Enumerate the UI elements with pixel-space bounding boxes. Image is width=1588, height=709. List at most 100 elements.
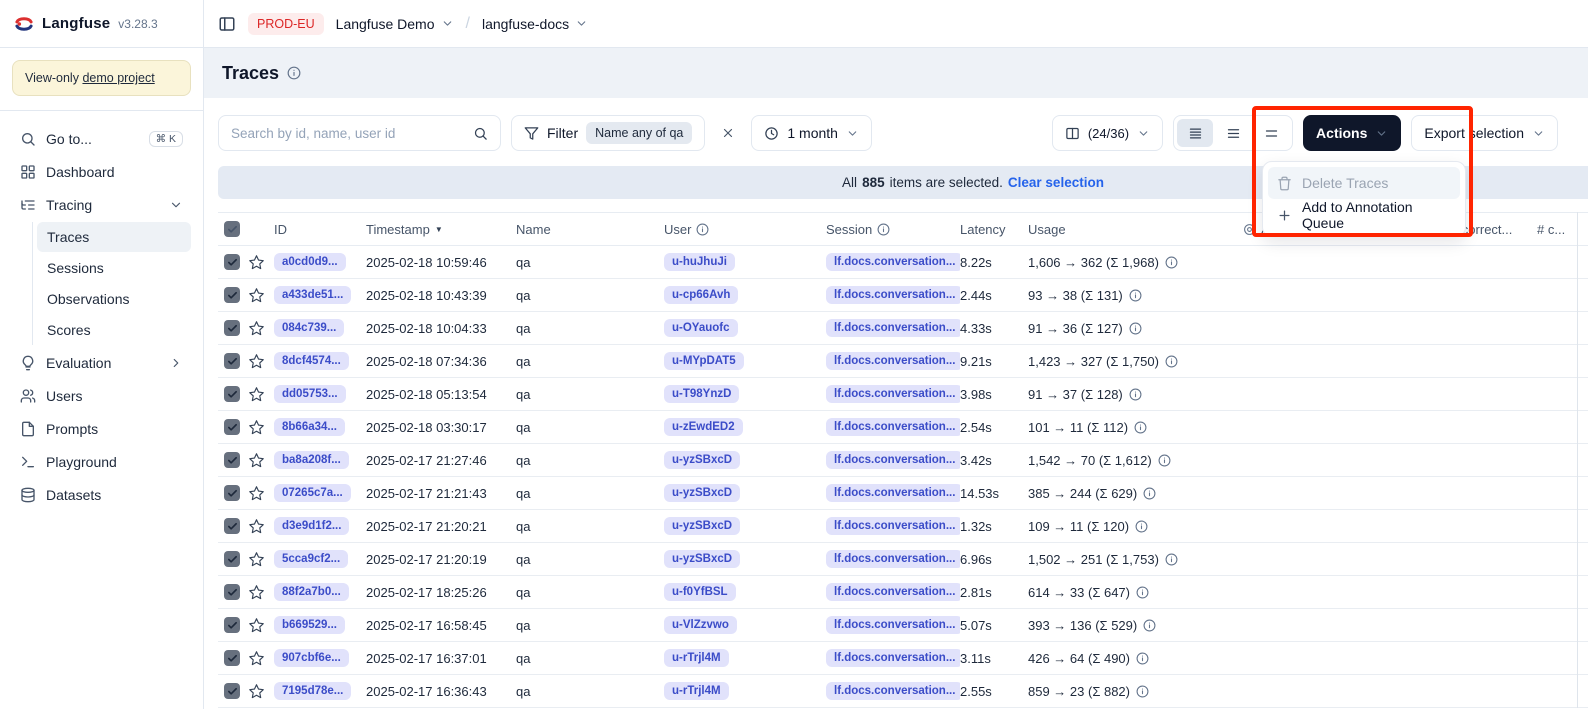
trace-id-badge[interactable]: 8dcf4574... [274, 352, 349, 370]
sidebar-item-observations[interactable]: Observations [37, 284, 191, 314]
user-badge[interactable]: u-yzSBxcD [664, 517, 740, 535]
trace-id-badge[interactable]: 907cbf6e... [274, 649, 349, 667]
row-checkbox[interactable] [224, 650, 240, 666]
sidebar-item-go-to[interactable]: Go to...⌘ K [12, 123, 191, 155]
star-icon[interactable] [248, 584, 265, 601]
table-row[interactable]: ba8a208f...2025-02-17 21:27:46qau-yzSBxc… [218, 444, 1588, 477]
row-height-compact-button[interactable] [1177, 119, 1213, 147]
actions-button[interactable]: Actions [1303, 115, 1401, 151]
user-badge[interactable]: u-huJhuJi [664, 253, 735, 271]
row-checkbox[interactable] [224, 518, 240, 534]
sidebar-item-datasets[interactable]: Datasets [12, 479, 191, 511]
sidebar-item-evaluation[interactable]: Evaluation [12, 347, 191, 379]
trace-id-badge[interactable]: 7195d78e... [274, 682, 351, 700]
table-row[interactable]: 88f2a7b0...2025-02-17 18:25:26qau-f0YfBS… [218, 576, 1588, 609]
star-icon[interactable] [248, 485, 265, 502]
row-checkbox[interactable] [224, 386, 240, 402]
trace-id-badge[interactable]: 084c739... [274, 319, 344, 337]
sidebar-item-tracing[interactable]: Tracing [12, 189, 191, 221]
user-badge[interactable]: u-rTrjl4M [664, 649, 729, 667]
user-badge[interactable]: u-yzSBxcD [664, 484, 740, 502]
trace-id-badge[interactable]: 07265c7a... [274, 484, 351, 502]
user-badge[interactable]: u-MYpDAT5 [664, 352, 744, 370]
table-row[interactable]: 07265c7a...2025-02-17 21:21:43qau-yzSBxc… [218, 477, 1588, 510]
sidebar-item-traces[interactable]: Traces [37, 222, 191, 252]
trace-id-badge[interactable]: 88f2a7b0... [274, 583, 349, 601]
star-icon[interactable] [248, 518, 265, 535]
session-badge[interactable]: lf.docs.conversation... [826, 253, 960, 271]
column-header-id[interactable]: ID [274, 222, 366, 237]
trace-id-badge[interactable]: a433de51... [274, 286, 351, 304]
session-badge[interactable]: lf.docs.conversation... [826, 319, 960, 337]
star-icon[interactable] [248, 254, 265, 271]
search-input[interactable] [219, 126, 465, 141]
session-badge[interactable]: lf.docs.conversation... [826, 484, 960, 502]
row-height-tall-button[interactable] [1253, 119, 1289, 147]
star-icon[interactable] [248, 551, 265, 568]
user-badge[interactable]: u-T98YnzD [664, 385, 739, 403]
user-badge[interactable]: u-cp66Avh [664, 286, 738, 304]
session-badge[interactable]: lf.docs.conversation... [826, 418, 960, 436]
session-badge[interactable]: lf.docs.conversation... [826, 682, 960, 700]
table-scrollbar[interactable] [1577, 212, 1578, 708]
time-range-button[interactable]: 1 month [751, 115, 872, 151]
column-header-latency[interactable]: Latency [960, 222, 1028, 237]
sidebar-item-users[interactable]: Users [12, 380, 191, 412]
sidebar-item-scores[interactable]: Scores [37, 315, 191, 345]
row-checkbox[interactable] [224, 353, 240, 369]
clear-filter-button[interactable] [715, 120, 741, 146]
export-selection-button[interactable]: Export selection [1411, 115, 1558, 151]
star-icon[interactable] [248, 386, 265, 403]
menu-item-add-to-annotation-queue[interactable]: Add to Annotation Queue [1268, 199, 1460, 231]
sidebar-item-playground[interactable]: Playground [12, 446, 191, 478]
session-badge[interactable]: lf.docs.conversation... [826, 352, 960, 370]
session-badge[interactable]: lf.docs.conversation... [826, 517, 960, 535]
table-row[interactable]: 084c739...2025-02-18 10:04:33qau-OYauofc… [218, 312, 1588, 345]
table-row[interactable]: dd05753...2025-02-18 05:13:54qau-T98YnzD… [218, 378, 1588, 411]
project-breadcrumb[interactable]: langfuse-docs [482, 16, 588, 32]
row-checkbox[interactable] [224, 320, 240, 336]
org-breadcrumb[interactable]: Langfuse Demo [336, 16, 454, 32]
column-visibility-button[interactable]: (24/36) [1052, 115, 1163, 151]
trace-id-badge[interactable]: ba8a208f... [274, 451, 349, 469]
star-icon[interactable] [248, 617, 265, 634]
table-row[interactable]: a0cd0d9...2025-02-18 10:59:46qau-huJhuJi… [218, 246, 1588, 279]
star-icon[interactable] [248, 320, 265, 337]
user-badge[interactable]: u-rTrjl4M [664, 682, 729, 700]
trace-id-badge[interactable]: a0cd0d9... [274, 253, 346, 271]
column-header-checkbox[interactable] [218, 221, 248, 237]
filter-button[interactable]: Filter Name any of qa [511, 115, 705, 151]
row-height-medium-button[interactable] [1215, 119, 1251, 147]
column-header-session[interactable]: Session [826, 222, 960, 237]
table-row[interactable]: 8b66a34...2025-02-18 03:30:17qau-zEwdED2… [218, 411, 1588, 444]
session-badge[interactable]: lf.docs.conversation... [826, 616, 960, 634]
sidebar-item-dashboard[interactable]: Dashboard [12, 156, 191, 188]
star-icon[interactable] [248, 287, 265, 304]
row-checkbox[interactable] [224, 287, 240, 303]
table-row[interactable]: b669529...2025-02-17 16:58:45qau-VlZzvwo… [218, 609, 1588, 642]
user-badge[interactable]: u-yzSBxcD [664, 451, 740, 469]
session-badge[interactable]: lf.docs.conversation... [826, 550, 960, 568]
demo-project-link[interactable]: demo project [82, 71, 154, 85]
table-row[interactable]: 5cca9cf2...2025-02-17 21:20:19qau-yzSBxc… [218, 543, 1588, 576]
star-icon[interactable] [248, 419, 265, 436]
table-row[interactable]: 7195d78e...2025-02-17 16:36:43qau-rTrjl4… [218, 675, 1588, 708]
row-checkbox[interactable] [224, 485, 240, 501]
trace-id-badge[interactable]: 5cca9cf2... [274, 550, 348, 568]
table-row[interactable]: d3e9d1f2...2025-02-17 21:20:21qau-yzSBxc… [218, 510, 1588, 543]
star-icon[interactable] [248, 353, 265, 370]
table-row[interactable]: a433de51...2025-02-18 10:43:39qau-cp66Av… [218, 279, 1588, 312]
select-all-checkbox[interactable] [224, 221, 240, 237]
star-icon[interactable] [248, 650, 265, 667]
trace-id-badge[interactable]: b669529... [274, 616, 345, 634]
row-checkbox[interactable] [224, 617, 240, 633]
sidebar-item-sessions[interactable]: Sessions [37, 253, 191, 283]
session-badge[interactable]: lf.docs.conversation... [826, 583, 960, 601]
session-badge[interactable]: lf.docs.conversation... [826, 385, 960, 403]
trace-id-badge[interactable]: 8b66a34... [274, 418, 345, 436]
search-icon[interactable] [473, 126, 488, 141]
table-row[interactable]: 8dcf4574...2025-02-18 07:34:36qau-MYpDAT… [218, 345, 1588, 378]
column-header-c[interactable]: # c... [1537, 222, 1588, 237]
session-badge[interactable]: lf.docs.conversation... [826, 649, 960, 667]
row-checkbox[interactable] [224, 452, 240, 468]
